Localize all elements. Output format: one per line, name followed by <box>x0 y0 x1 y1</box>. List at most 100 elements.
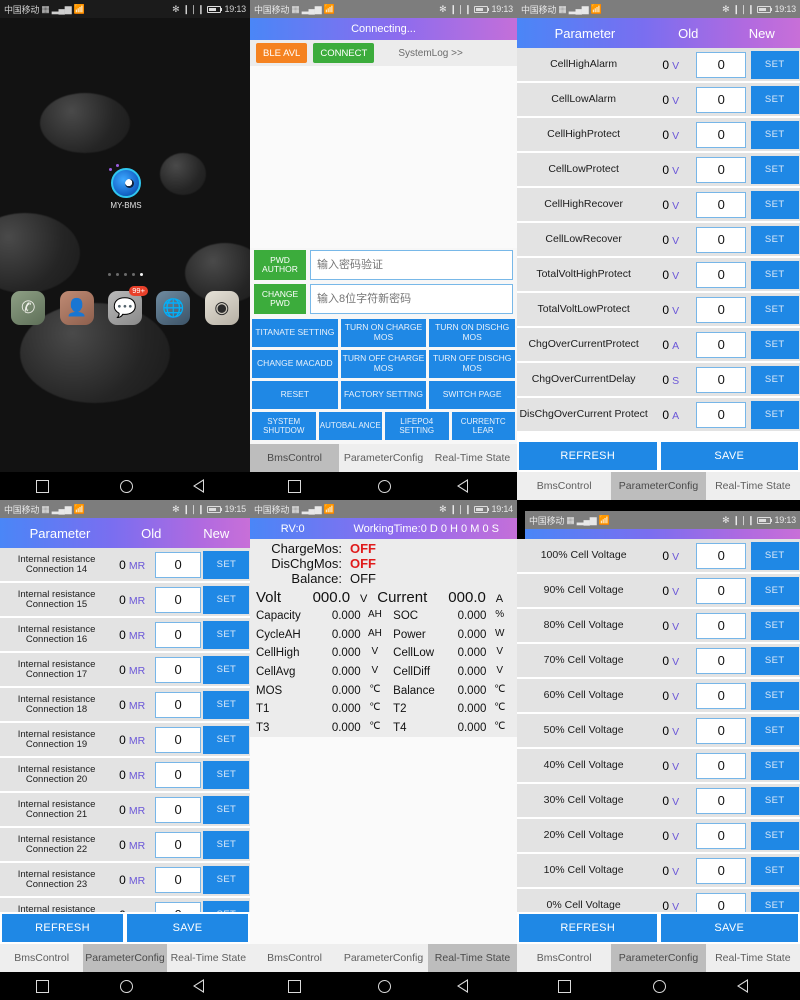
refresh-button[interactable]: REFRESH <box>519 442 657 470</box>
tab-bms-control[interactable]: BmsControl <box>0 944 83 972</box>
set-button[interactable]: SET <box>750 400 799 429</box>
param-rows-protect[interactable]: CellHighAlarm0VSETCellLowAlarm0VSETCellH… <box>517 48 800 440</box>
tab-parameter-config[interactable]: ParameterConfig <box>83 944 167 972</box>
set-button[interactable]: SET <box>750 541 799 570</box>
change-pwd-button[interactable]: CHANGE PWD <box>254 284 306 314</box>
set-button[interactable]: SET <box>203 620 250 649</box>
param-rows-cellvoltage[interactable]: 100% Cell Voltage0VSET90% Cell Voltage0V… <box>517 539 800 912</box>
set-button[interactable]: SET <box>750 821 799 850</box>
param-new-input[interactable] <box>696 787 747 814</box>
dock-icon-phone[interactable]: ✆ <box>11 291 46 325</box>
param-new-input[interactable] <box>696 156 747 183</box>
tab-real-time-state[interactable]: Real-Time State <box>706 472 800 500</box>
dock-icon-camera[interactable]: ◉ <box>204 291 239 325</box>
set-button[interactable]: SET <box>750 330 799 359</box>
set-button[interactable]: SET <box>203 550 250 579</box>
set-button[interactable]: SET <box>750 751 799 780</box>
dock-icon-messages[interactable]: 💬 99+ <box>107 286 148 325</box>
recents-button[interactable] <box>558 979 571 993</box>
password-input[interactable] <box>310 250 513 280</box>
set-button[interactable]: SET <box>203 795 250 824</box>
param-new-input[interactable] <box>696 822 747 849</box>
home-button[interactable] <box>119 979 133 993</box>
back-button[interactable] <box>456 979 479 993</box>
param-new-input[interactable] <box>696 682 747 709</box>
tab-real-time-state[interactable]: Real-Time State <box>428 944 517 972</box>
set-button[interactable]: SET <box>750 295 799 324</box>
pwd-author-button[interactable]: PWD AUTHOR <box>254 250 306 280</box>
param-new-input[interactable] <box>155 586 202 613</box>
ble-avl-button[interactable]: BLE AVL <box>256 43 308 63</box>
param-new-input[interactable] <box>696 331 747 358</box>
set-button[interactable]: SET <box>203 655 250 684</box>
set-button[interactable]: SET <box>750 891 799 912</box>
save-button[interactable]: SAVE <box>660 914 798 942</box>
tab-parameter-config[interactable]: ParameterConfig <box>611 944 706 972</box>
tab-parameter-config[interactable]: ParameterConfig <box>611 472 706 500</box>
connect-button[interactable]: CONNECT <box>313 43 375 63</box>
home-button[interactable] <box>377 979 391 993</box>
set-button[interactable]: SET <box>203 725 250 754</box>
param-new-input[interactable] <box>155 726 202 753</box>
back-button[interactable] <box>456 479 479 493</box>
param-new-input[interactable] <box>155 761 202 788</box>
set-button[interactable]: SET <box>750 225 799 254</box>
param-new-input[interactable] <box>155 831 202 858</box>
param-new-input[interactable] <box>696 226 747 253</box>
back-button[interactable] <box>192 979 215 993</box>
home-button[interactable] <box>653 979 666 993</box>
set-button[interactable]: SET <box>203 585 250 614</box>
back-button[interactable] <box>192 479 215 493</box>
systemlog-link[interactable]: SystemLog >> <box>398 48 462 59</box>
param-new-input[interactable] <box>155 621 202 648</box>
param-new-input[interactable] <box>696 121 747 148</box>
autobalance-button[interactable]: AUTOBAL ANCE <box>318 412 382 440</box>
param-new-input[interactable] <box>696 86 747 113</box>
set-button[interactable]: SET <box>750 611 799 640</box>
set-button[interactable]: SET <box>750 365 799 394</box>
param-new-input[interactable] <box>155 691 202 718</box>
recents-button[interactable] <box>288 979 302 993</box>
tab-bms-control[interactable]: BmsControl <box>517 944 611 972</box>
param-new-input[interactable] <box>696 542 747 569</box>
set-button[interactable]: SET <box>750 260 799 289</box>
change-macadd-button[interactable]: CHANGE MACADD <box>252 350 338 378</box>
param-new-input[interactable] <box>696 577 747 604</box>
param-new-input[interactable] <box>696 612 747 639</box>
system-shutdown-button[interactable]: SYSTEM SHUTDOW <box>252 412 316 440</box>
param-new-input[interactable] <box>696 261 747 288</box>
param-new-input[interactable] <box>696 647 747 674</box>
factory-setting-button[interactable]: FACTORY SETTING <box>340 381 427 409</box>
dock-icon-contacts[interactable]: 👤 <box>59 291 94 325</box>
param-new-input[interactable] <box>696 401 747 428</box>
set-button[interactable]: SET <box>750 716 799 745</box>
param-new-input[interactable] <box>155 796 202 823</box>
set-button[interactable]: SET <box>203 690 250 719</box>
tab-bms-control[interactable]: BmsControl <box>250 944 339 972</box>
set-button[interactable]: SET <box>750 646 799 675</box>
set-button[interactable]: SET <box>203 900 250 912</box>
set-button[interactable]: SET <box>750 681 799 710</box>
turn-on-charge-mos-button[interactable]: TURN ON CHARGE MOS <box>340 319 427 347</box>
set-button[interactable]: SET <box>750 85 799 114</box>
new-password-input[interactable] <box>310 284 513 314</box>
set-button[interactable]: SET <box>750 576 799 605</box>
app-icon-my-bms[interactable]: MY-BMS <box>100 164 152 210</box>
switch-page-button[interactable]: SWITCH PAGE <box>429 381 515 409</box>
param-new-input[interactable] <box>696 191 747 218</box>
home-button[interactable] <box>119 479 133 493</box>
param-new-input[interactable] <box>155 656 202 683</box>
param-new-input[interactable] <box>696 51 747 78</box>
refresh-button[interactable]: REFRESH <box>2 914 123 942</box>
set-button[interactable]: SET <box>750 856 799 885</box>
recents-button[interactable] <box>35 479 49 493</box>
tab-real-time-state[interactable]: Real-Time State <box>706 944 800 972</box>
set-button[interactable]: SET <box>750 190 799 219</box>
param-new-input[interactable] <box>696 752 747 779</box>
titanate-setting-button[interactable]: TITANATE SETTING <box>252 319 338 347</box>
set-button[interactable]: SET <box>750 155 799 184</box>
param-new-input[interactable] <box>696 857 747 884</box>
param-new-input[interactable] <box>696 892 747 912</box>
set-button[interactable]: SET <box>750 120 799 149</box>
tab-bms-control[interactable]: BmsControl <box>250 444 339 472</box>
